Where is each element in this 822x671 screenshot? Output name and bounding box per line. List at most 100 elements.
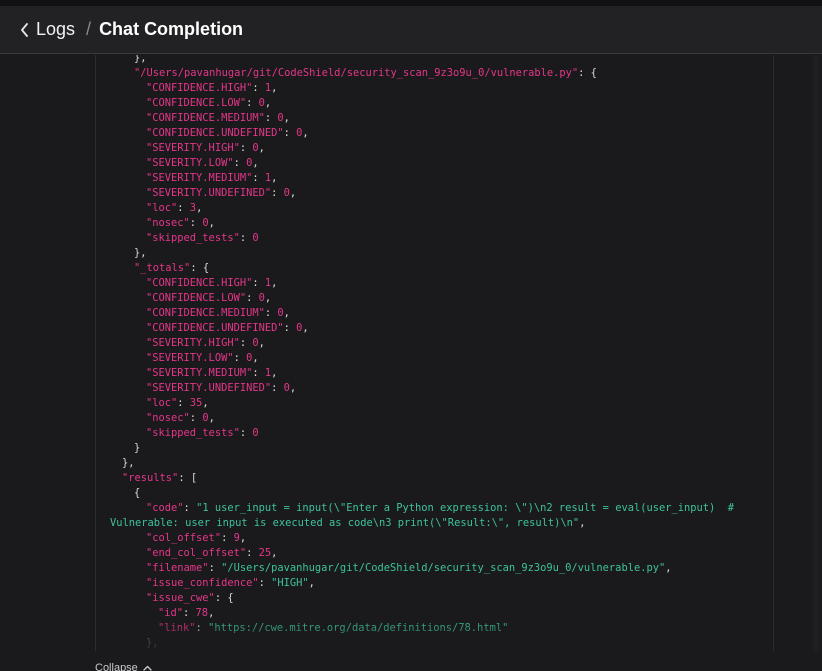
json-key: "CONFIDENCE.LOW"	[146, 97, 247, 109]
json-punct: }	[134, 442, 141, 454]
chevron-left-icon[interactable]	[18, 22, 30, 38]
json-code-block: }, "/Users/pavanhugar/git/CodeShield/secu…	[0, 55, 734, 651]
json-punct: : [	[178, 472, 198, 484]
json-punct: ,	[258, 337, 265, 349]
json-punct: :	[264, 112, 278, 124]
code-line: {	[0, 486, 734, 501]
code-line: },	[0, 456, 734, 471]
json-key: "issue_confidence"	[146, 577, 259, 589]
json-punct: :	[189, 412, 203, 424]
code-line: "SEVERITY.UNDEFINED": 0,	[0, 381, 734, 396]
code-line: "SEVERITY.LOW": 0,	[0, 351, 734, 366]
json-key: "id"	[158, 607, 184, 619]
json-key: "issue_cwe"	[146, 592, 215, 604]
code-line: "skipped_tests": 0	[0, 231, 734, 246]
json-punct: ,	[283, 307, 290, 319]
json-key: "link"	[158, 622, 196, 634]
json-punct: :	[239, 337, 253, 349]
json-key: "SEVERITY.HIGH"	[146, 142, 240, 154]
json-punct: :	[271, 187, 284, 199]
code-line: "CONFIDENCE.UNDEFINED": 0,	[0, 126, 734, 141]
json-punct: : {	[578, 67, 597, 79]
json-string: Vulnerable: user input is executed as co…	[110, 517, 580, 529]
json-number: 0	[252, 232, 259, 244]
code-line: "/Users/pavanhugar/git/CodeShield/securi…	[0, 66, 734, 81]
json-string: "1 user_input = input(\"Enter a Python e…	[196, 502, 735, 514]
json-key: "SEVERITY.UNDEFINED"	[146, 187, 272, 199]
json-punct: ,	[202, 397, 209, 409]
json-punct: :	[233, 157, 247, 169]
json-key: "SEVERITY.HIGH"	[146, 337, 240, 349]
json-punct: },	[134, 247, 147, 259]
scrollbar[interactable]	[813, 55, 819, 651]
json-key: "loc"	[146, 397, 178, 409]
code-line: },	[0, 55, 734, 66]
json-key: "skipped_tests"	[146, 232, 240, 244]
json-punct: },	[134, 55, 147, 64]
json-punct: :	[264, 307, 278, 319]
breadcrumb-logs-link[interactable]: Logs	[36, 19, 75, 40]
json-key: "nosec"	[146, 412, 190, 424]
code-line: "skipped_tests": 0	[0, 426, 734, 441]
code-line: "CONFIDENCE.HIGH": 1,	[0, 81, 734, 96]
log-content-area[interactable]: }, "/Users/pavanhugar/git/CodeShield/secu…	[0, 55, 822, 671]
json-punct: ,	[208, 412, 215, 424]
json-key: "code"	[146, 502, 184, 514]
json-number: 35	[189, 397, 203, 409]
json-string: "https://cwe.mitre.org/data/definitions/…	[208, 622, 509, 634]
code-line: "issue_cwe": {	[0, 591, 734, 606]
json-punct: ,	[264, 97, 272, 109]
code-line: "CONFIDENCE.HIGH": 1,	[0, 276, 734, 291]
json-punct: ,	[302, 322, 309, 334]
json-punct: :	[221, 532, 234, 544]
code-line: "CONFIDENCE.LOW": 0,	[0, 96, 734, 111]
json-punct: },	[146, 637, 159, 649]
json-punct: :	[252, 367, 265, 379]
json-key: "CONFIDENCE.MEDIUM"	[146, 307, 265, 319]
code-line: "SEVERITY.LOW": 0,	[0, 156, 734, 171]
code-line: "CONFIDENCE.UNDEFINED": 0,	[0, 321, 734, 336]
json-punct: :	[195, 622, 209, 634]
code-line: "link": "https://cwe.mitre.org/data/defi…	[0, 621, 734, 636]
json-punct: ,	[271, 82, 278, 94]
json-number: 25	[258, 547, 272, 559]
json-punct: : {	[190, 262, 210, 274]
json-punct: ,	[258, 142, 265, 154]
json-punct: ,	[289, 382, 297, 394]
json-punct: ,	[289, 187, 297, 199]
json-key: "SEVERITY.MEDIUM"	[146, 172, 253, 184]
json-punct: ,	[302, 127, 309, 139]
code-line: "id": 78,	[0, 606, 734, 621]
json-number: 0	[252, 427, 259, 439]
json-key: "SEVERITY.UNDEFINED"	[146, 382, 272, 394]
code-line: "issue_confidence": "HIGH",	[0, 576, 734, 591]
json-punct: },	[122, 457, 135, 469]
json-key: "SEVERITY.LOW"	[146, 157, 234, 169]
code-line: "CONFIDENCE.MEDIUM": 0,	[0, 111, 734, 126]
json-punct: ,	[283, 112, 290, 124]
json-punct: :	[239, 232, 253, 244]
code-line: Vulnerable: user input is executed as co…	[0, 516, 734, 531]
collapse-button[interactable]: Collapse	[95, 662, 152, 671]
json-punct: ,	[252, 352, 259, 364]
code-line: "nosec": 0,	[0, 411, 734, 426]
json-punct: :	[252, 172, 265, 184]
json-punct: ,	[308, 577, 315, 589]
json-punct: :	[246, 547, 259, 559]
code-line: "loc": 35,	[0, 396, 734, 411]
json-key: "CONFIDENCE.HIGH"	[146, 277, 253, 289]
code-line: "loc": 3,	[0, 201, 734, 216]
code-line: "SEVERITY.UNDEFINED": 0,	[0, 186, 734, 201]
json-punct: :	[208, 562, 222, 574]
page-title: Chat Completion	[99, 19, 244, 39]
json-punct: ,	[579, 517, 586, 529]
code-line: "CONFIDENCE.LOW": 0,	[0, 291, 734, 306]
json-punct: ,	[239, 532, 247, 544]
json-key: "end_col_offset"	[146, 547, 247, 559]
json-number: 78	[195, 607, 209, 619]
json-punct: ,	[264, 292, 272, 304]
code-line: "SEVERITY.HIGH": 0,	[0, 141, 734, 156]
json-key: "results"	[122, 472, 179, 484]
json-key: "SEVERITY.LOW"	[146, 352, 234, 364]
json-punct: :	[283, 127, 297, 139]
